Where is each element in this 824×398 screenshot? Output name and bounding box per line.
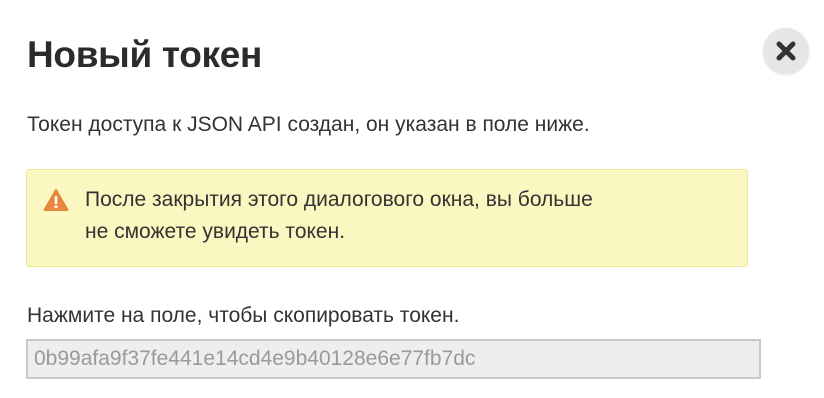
token-dialog: Новый токен Токен доступа к JSON API соз… xyxy=(0,0,824,398)
copy-hint: Нажмите на поле, чтобы скопировать токен… xyxy=(27,304,460,327)
close-icon xyxy=(776,41,796,61)
warning-box: После закрытия этого диалогового окна, в… xyxy=(26,169,748,267)
token-input[interactable] xyxy=(26,339,761,379)
dialog-title: Новый токен xyxy=(27,34,263,75)
close-button[interactable] xyxy=(763,28,809,74)
warning-icon xyxy=(43,189,69,211)
warning-line-2: не сможете увидеть токен. xyxy=(85,220,346,243)
warning-text: После закрытия этого диалогового окна, в… xyxy=(85,184,735,248)
warning-line-1: После закрытия этого диалогового окна, в… xyxy=(85,188,593,211)
dialog-description: Токен доступа к JSON API создан, он указ… xyxy=(27,113,590,136)
